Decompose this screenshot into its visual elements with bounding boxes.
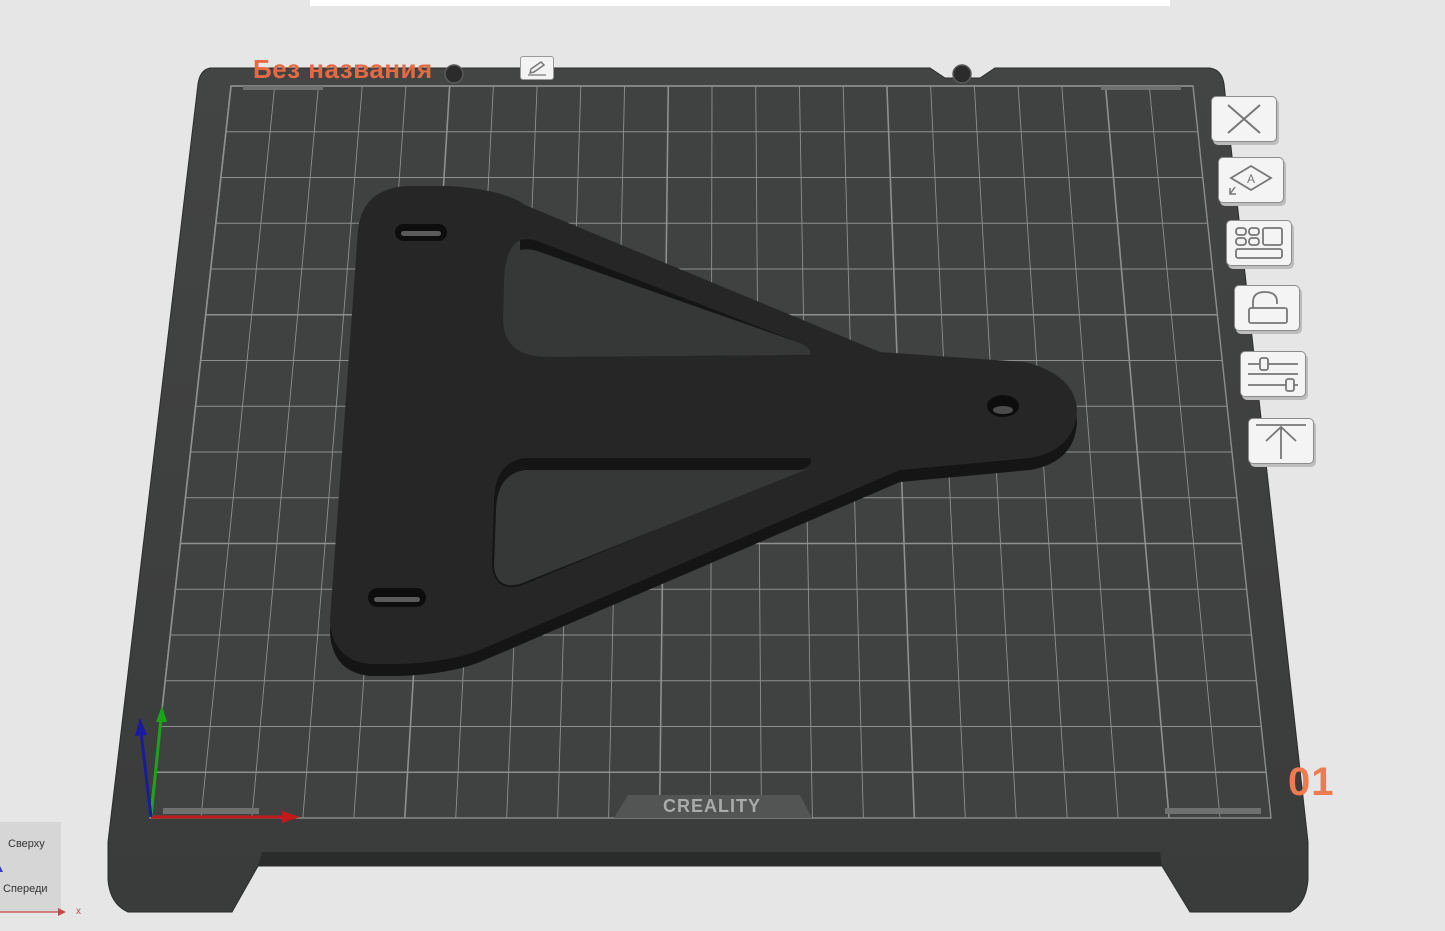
auto-orient-button[interactable]: A [1218,157,1284,203]
arrow-up-to-line-icon [1256,424,1306,459]
plate-number-label: 01 [1288,760,1335,804]
3d-viewport[interactable]: CREALITY Без названия A 01 Сверху Сперед… [0,0,1445,931]
arrange-button[interactable] [1226,220,1292,266]
bed-clip-bl [163,808,259,814]
screw-left [444,64,464,84]
svg-text:A: A [1247,172,1255,186]
lock-plate-button[interactable] [1234,285,1300,331]
bed-clip-tl [243,86,323,90]
view-cube-axes [0,866,66,916]
screw-right [952,64,972,84]
close-x-icon [1227,104,1261,134]
slot-hole-top-inner [401,231,441,236]
bed-clip-tr [1101,86,1181,90]
arrange-layout-icon [1235,227,1283,259]
orient-a-icon: A [1229,164,1273,195]
brand-logo-text: CREALITY [663,796,761,816]
bed-clip-br [1165,808,1261,814]
plate-settings-button[interactable] [1240,351,1306,397]
move-to-top-button[interactable] [1248,418,1314,464]
sliders-icon [1248,357,1298,392]
round-hole-inner [993,406,1013,414]
slot-hole-bottom-inner [374,597,420,602]
plate-name-title: Без названия [253,54,433,84]
delete-plate-button[interactable] [1211,96,1277,142]
rename-plate-button[interactable] [520,56,554,80]
pencil-icon [528,61,546,76]
plate-front-edge [258,852,1162,866]
lock-icon [1248,291,1288,324]
view-cube-x-axis-label: x [76,906,81,917]
